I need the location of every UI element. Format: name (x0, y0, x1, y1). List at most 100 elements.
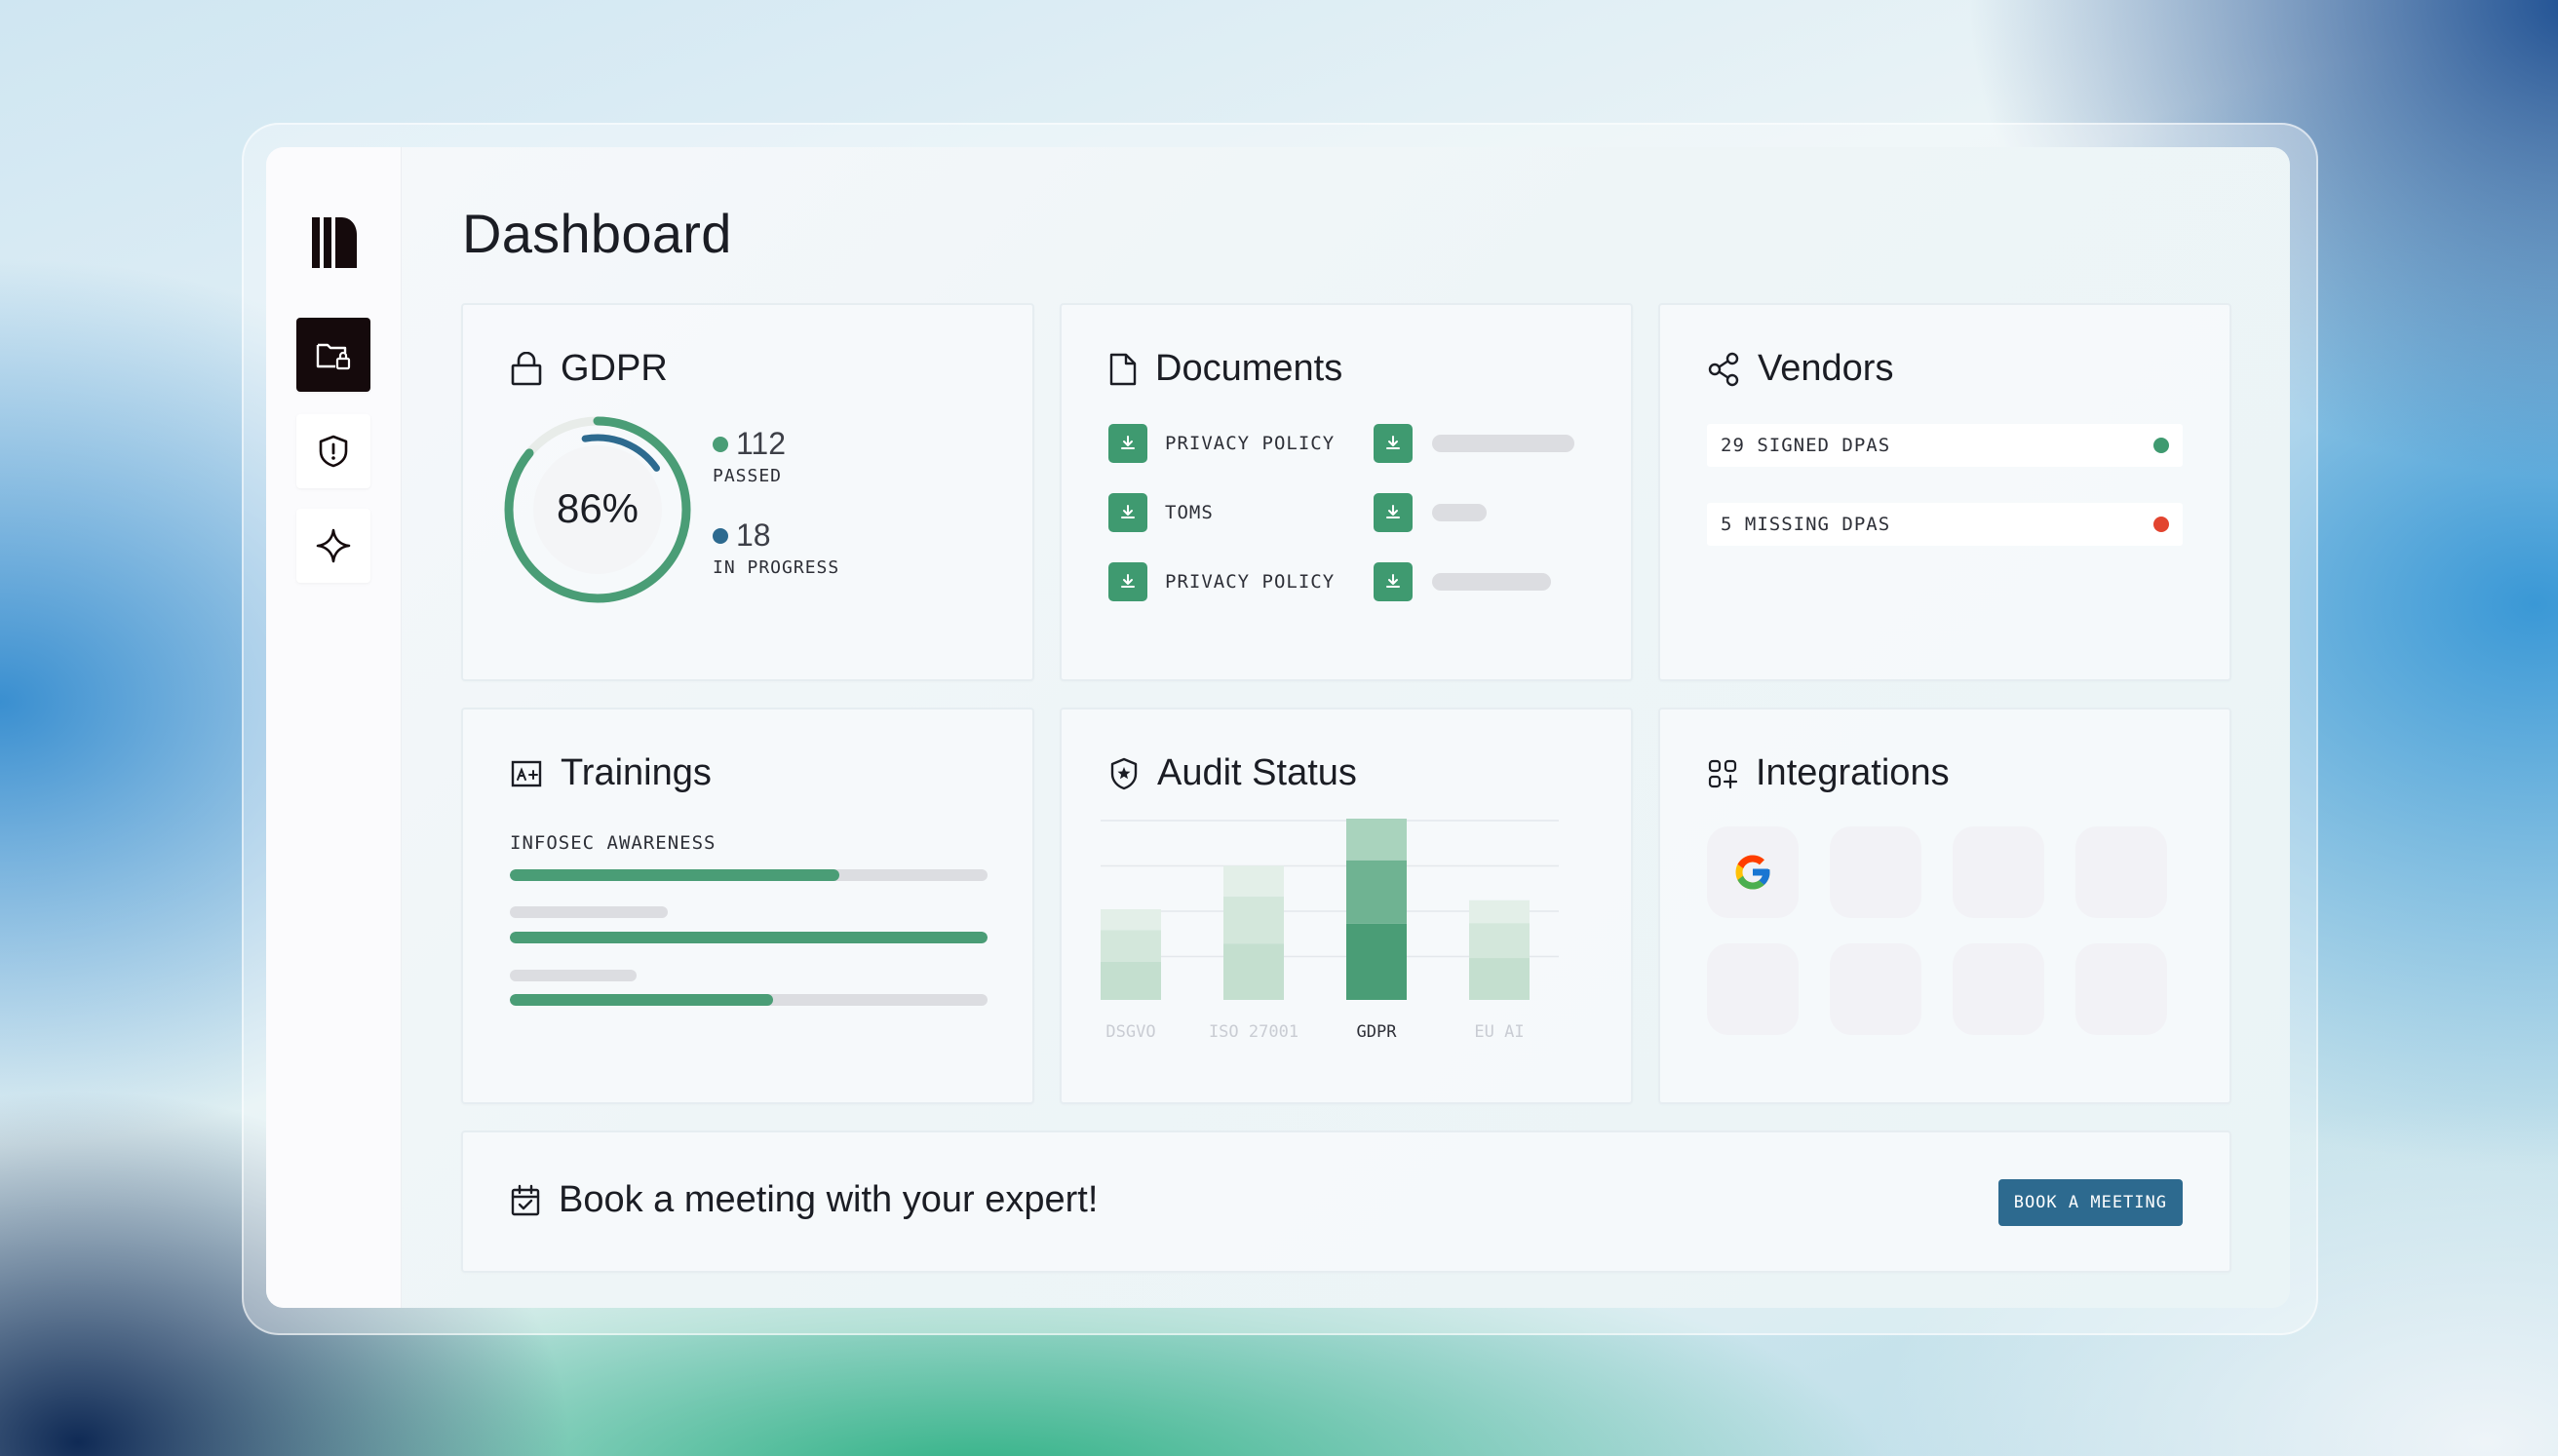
shield-alert-icon (319, 435, 348, 468)
download-icon (1386, 574, 1400, 588)
progress-ring: 86% (504, 416, 691, 603)
page-title: Dashboard (462, 203, 732, 264)
book-meeting-button[interactable]: BOOK A MEETING (1997, 1179, 2183, 1226)
passed-dot (713, 436, 728, 452)
passed-count: 112 (736, 426, 787, 461)
trainings-card[interactable]: Trainings INFOSEC AWARENESS (461, 708, 1034, 1104)
download-button[interactable] (1108, 493, 1147, 532)
app-logo (312, 217, 357, 268)
bar-segment (1346, 923, 1407, 1000)
meeting-text: Book a meeting with your expert! (559, 1179, 1099, 1220)
integration-tile[interactable] (1953, 826, 2044, 918)
training-progress-fill (510, 869, 840, 881)
document-label: TOMS (1165, 502, 1214, 523)
share-icon (1708, 352, 1739, 386)
vendors-card[interactable]: Vendors 29 SIGNED DPAS 5 MISSING DPAS (1658, 303, 2231, 681)
gdpr-title: GDPR (561, 348, 668, 389)
status-dot-error (2153, 517, 2169, 532)
in-progress-stat: 18 IN PROGRESS (713, 517, 839, 578)
meeting-banner: Book a meeting with your expert! BOOK A … (461, 1130, 2231, 1273)
integration-tile[interactable] (2075, 826, 2167, 918)
document-row: TOMS (1108, 493, 1487, 532)
google-icon (1735, 855, 1770, 890)
training-progress-fill (510, 994, 773, 1006)
integration-tile-google[interactable] (1707, 826, 1799, 918)
documents-card[interactable]: Documents PRIVACY POLICY TOMS PRIVACY PO… (1060, 303, 1633, 681)
lock-icon (511, 351, 542, 385)
certificate-icon (511, 760, 542, 786)
placeholder-bar (510, 906, 668, 918)
download-icon (1386, 436, 1400, 449)
audit-status-card[interactable]: Audit Status DSGVO ISO 27001 GDPR EU AI (1060, 708, 1633, 1104)
placeholder-bar (1432, 435, 1574, 452)
course-label: INFOSEC AWARENESS (510, 832, 717, 854)
signed-dpas-label: 29 SIGNED DPAS (1721, 435, 1891, 456)
audit-chart: DSGVO ISO 27001 GDPR EU AI (1101, 819, 1559, 1042)
document-label: PRIVACY POLICY (1165, 571, 1336, 593)
integration-tile[interactable] (1830, 943, 1921, 1035)
bar-segment (1469, 923, 1530, 959)
audit-bar-iso-27001[interactable] (1223, 865, 1284, 1000)
integration-tile[interactable] (1707, 943, 1799, 1035)
download-button[interactable] (1374, 424, 1413, 463)
bar-segment (1101, 961, 1161, 1000)
download-button[interactable] (1108, 424, 1147, 463)
bar-segment (1346, 860, 1407, 924)
bar-segment (1101, 930, 1161, 962)
download-button[interactable] (1374, 562, 1413, 601)
gdpr-card[interactable]: GDPR 86% 112 PASSED 18 IN PROGRESS (461, 303, 1034, 681)
progress-percent: 86% (557, 485, 639, 531)
training-progress-track (510, 994, 988, 1006)
vendor-row-signed[interactable]: 29 SIGNED DPAS (1707, 424, 2183, 467)
audit-bar-eu-ai[interactable] (1469, 900, 1530, 1000)
download-icon (1121, 436, 1135, 449)
bar-segment (1223, 897, 1284, 944)
integration-tile[interactable] (2075, 943, 2167, 1035)
document-label: PRIVACY POLICY (1165, 433, 1336, 454)
in-progress-label: IN PROGRESS (713, 557, 840, 578)
x-tick-label: ISO 27001 (1209, 1022, 1298, 1042)
audit-bar-dsgvo[interactable] (1101, 909, 1161, 1000)
placeholder-bar (1432, 504, 1487, 521)
integration-tile[interactable] (1953, 943, 2044, 1035)
shield-star-icon (1110, 757, 1138, 789)
status-dot-ok (2153, 438, 2169, 453)
trainings-title: Trainings (561, 752, 712, 793)
training-progress-track (510, 932, 988, 943)
x-tick-label: DSGVO (1105, 1022, 1155, 1042)
in-progress-count: 18 (736, 517, 771, 553)
integrations-card[interactable]: Integrations (1658, 708, 2231, 1104)
bar-segment (1469, 900, 1530, 924)
calendar-check-icon (511, 1184, 540, 1215)
app-window: Dashboard GDPR 86% 112 PASSED 18 IN PROG… (266, 147, 2290, 1308)
folder-lock-icon (316, 343, 351, 370)
vendor-row-missing[interactable]: 5 MISSING DPAS (1707, 503, 2183, 546)
download-icon (1121, 505, 1135, 518)
document-row: PRIVACY POLICY (1108, 424, 1574, 463)
bar-segment (1346, 819, 1407, 861)
training-progress-track (510, 869, 988, 881)
bar-segment (1101, 909, 1161, 931)
placeholder-bar (1432, 573, 1551, 591)
passed-stat: 112 PASSED (713, 426, 786, 486)
sidebar-item-security[interactable] (296, 414, 370, 488)
passed-label: PASSED (713, 466, 783, 486)
missing-dpas-label: 5 MISSING DPAS (1721, 514, 1891, 535)
audit-bar-gdpr[interactable] (1346, 819, 1407, 1000)
bar-segment (1223, 865, 1284, 898)
placeholder-bar (510, 970, 637, 981)
sidebar-item-ai[interactable] (296, 509, 370, 583)
bar-segment (1469, 958, 1530, 1000)
x-tick-label: GDPR (1357, 1022, 1398, 1042)
download-icon (1386, 505, 1400, 518)
sparkle-icon (316, 528, 351, 563)
download-button[interactable] (1374, 493, 1413, 532)
x-tick-label: EU AI (1474, 1022, 1524, 1042)
integration-tile[interactable] (1830, 826, 1921, 918)
integrations-title: Integrations (1756, 752, 1950, 793)
sidebar (266, 147, 402, 1308)
training-progress-fill (510, 932, 988, 943)
download-icon (1121, 574, 1135, 588)
download-button[interactable] (1108, 562, 1147, 601)
sidebar-item-documents[interactable] (296, 318, 370, 392)
